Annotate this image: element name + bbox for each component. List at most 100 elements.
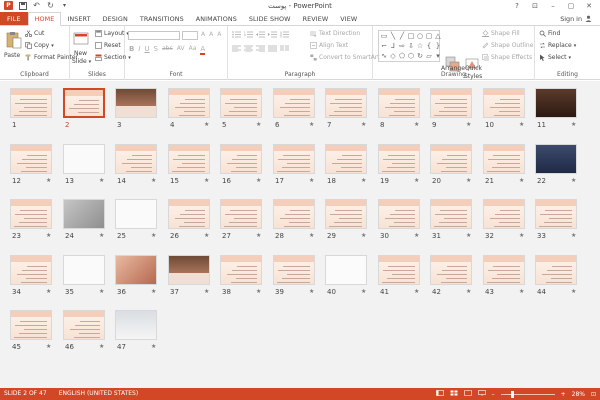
clear-formatting-button[interactable]: A — [217, 31, 221, 38]
slide-thumbnail[interactable] — [535, 144, 577, 174]
align-center-icon[interactable] — [244, 45, 253, 54]
slide-thumbnail[interactable] — [115, 199, 157, 229]
slide-thumbnail[interactable] — [115, 88, 157, 118]
slide-thumbnail[interactable] — [430, 255, 472, 285]
transition-star-icon[interactable]: ★ — [571, 232, 576, 239]
grow-font-button[interactable]: A — [201, 31, 205, 38]
shape-circle-arrow[interactable]: ↻ — [416, 52, 424, 61]
slide-thumbnail[interactable] — [535, 255, 577, 285]
transition-star-icon[interactable]: ★ — [151, 177, 156, 184]
slide-thumbnail[interactable] — [325, 199, 367, 229]
slide-thumbnail[interactable] — [325, 255, 367, 285]
zoom-out-button[interactable]: – — [492, 391, 495, 398]
justify-icon[interactable] — [268, 45, 277, 54]
underline-button[interactable]: U — [144, 45, 149, 55]
font-color-button[interactable]: A — [200, 45, 206, 55]
shape-rounded[interactable]: ▢ — [425, 32, 433, 41]
slide-thumbnail[interactable] — [168, 88, 210, 118]
reset-button[interactable]: Reset — [95, 42, 121, 49]
slide-thumbnail[interactable] — [273, 199, 315, 229]
tab-animations[interactable]: ANIMATIONS — [190, 12, 243, 25]
shape-brace[interactable]: { — [425, 42, 433, 51]
slide-thumbnail[interactable] — [63, 310, 105, 340]
transition-star-icon[interactable]: ★ — [466, 232, 471, 239]
transition-star-icon[interactable]: ★ — [466, 288, 471, 295]
transition-star-icon[interactable]: ★ — [309, 232, 314, 239]
quick-styles-label-1[interactable]: Quick — [465, 65, 482, 72]
transition-star-icon[interactable]: ★ — [46, 343, 51, 350]
paste-button[interactable]: Paste — [4, 52, 20, 59]
shape-brace-close[interactable]: } — [434, 42, 442, 51]
slide-thumbnail[interactable] — [430, 199, 472, 229]
select-button[interactable]: Select ▾ — [539, 54, 571, 61]
transition-star-icon[interactable]: ★ — [414, 177, 419, 184]
slide-thumbnail[interactable] — [325, 144, 367, 174]
transition-star-icon[interactable]: ★ — [204, 232, 209, 239]
transition-star-icon[interactable]: ★ — [151, 343, 156, 350]
tab-slide-show[interactable]: SLIDE SHOW — [243, 12, 297, 25]
slide-thumbnail[interactable] — [63, 144, 105, 174]
new-slide-label-1[interactable]: New — [74, 50, 87, 57]
slide-thumbnail[interactable] — [273, 144, 315, 174]
transition-star-icon[interactable]: ★ — [309, 121, 314, 128]
align-left-icon[interactable] — [232, 45, 241, 54]
transition-star-icon[interactable]: ★ — [519, 288, 524, 295]
slide-thumbnail[interactable] — [115, 310, 157, 340]
font-size-combo[interactable] — [182, 31, 198, 40]
transition-star-icon[interactable]: ★ — [361, 232, 366, 239]
shape-bent[interactable]: ⌐ — [380, 42, 388, 51]
tab-view[interactable]: VIEW — [334, 12, 363, 25]
shape-hex[interactable]: ⬡ — [407, 52, 415, 61]
slide-thumbnail[interactable] — [10, 255, 52, 285]
convert-smartart-button[interactable]: Convert to SmartArt — [310, 54, 380, 61]
tab-review[interactable]: REVIEW — [297, 12, 335, 25]
slide-thumbnail[interactable] — [63, 255, 105, 285]
line-spacing-icon[interactable] — [280, 31, 289, 40]
slide-thumbnail[interactable] — [115, 255, 157, 285]
transition-star-icon[interactable]: ★ — [204, 177, 209, 184]
new-slide-icon[interactable] — [73, 31, 89, 49]
shape-star[interactable]: ☆ — [416, 42, 424, 51]
columns-icon[interactable] — [280, 45, 289, 54]
shape-arrow[interactable]: ⇨ — [398, 42, 406, 51]
transition-star-icon[interactable]: ★ — [519, 177, 524, 184]
transition-star-icon[interactable]: ★ — [151, 232, 156, 239]
align-text-button[interactable]: Align Text — [310, 42, 348, 49]
close-button[interactable]: ✕ — [580, 0, 598, 11]
paste-icon[interactable] — [6, 31, 22, 49]
slide-thumbnail[interactable] — [430, 144, 472, 174]
restore-button[interactable]: ▢ — [562, 0, 580, 11]
zoom-slider-thumb[interactable] — [510, 390, 514, 398]
transition-star-icon[interactable]: ★ — [361, 177, 366, 184]
transition-star-icon[interactable]: ★ — [466, 177, 471, 184]
transition-star-icon[interactable]: ★ — [256, 121, 261, 128]
transition-star-icon[interactable]: ★ — [46, 232, 51, 239]
help-button[interactable]: ? — [508, 0, 526, 11]
decrease-indent-icon[interactable] — [256, 31, 265, 40]
slide-thumbnail[interactable] — [63, 199, 105, 229]
slide-thumbnail[interactable] — [535, 88, 577, 118]
shape-triangle[interactable]: △ — [434, 32, 442, 41]
shape-rectangle[interactable]: □ — [407, 32, 415, 41]
transition-star-icon[interactable]: ★ — [361, 121, 366, 128]
ribbon-display-options-button[interactable]: ⊡ — [526, 0, 544, 11]
slide-thumbnail[interactable] — [168, 199, 210, 229]
slide-thumbnail[interactable] — [325, 88, 367, 118]
shape-outline-button[interactable]: Shape Outline — [482, 42, 533, 49]
transition-star-icon[interactable]: ★ — [99, 177, 104, 184]
slide-thumbnail[interactable] — [220, 199, 262, 229]
replace-button[interactable]: Replace ▾ — [539, 42, 576, 49]
transition-star-icon[interactable]: ★ — [256, 232, 261, 239]
transition-star-icon[interactable]: ★ — [46, 177, 51, 184]
transition-star-icon[interactable]: ★ — [309, 288, 314, 295]
font-name-combo[interactable] — [128, 31, 180, 40]
minimize-button[interactable]: – — [544, 0, 562, 11]
slide-thumbnail[interactable] — [483, 199, 525, 229]
slide-thumbnail[interactable] — [63, 88, 105, 118]
copy-button[interactable]: Copy ▾ — [25, 42, 54, 49]
shape-more[interactable]: ▾ — [434, 52, 442, 61]
character-spacing-button[interactable]: AV — [177, 45, 185, 55]
language-indicator[interactable]: ENGLISH (UNITED STATES) — [59, 390, 139, 397]
slide-thumbnail[interactable] — [430, 88, 472, 118]
align-right-icon[interactable] — [256, 45, 265, 54]
